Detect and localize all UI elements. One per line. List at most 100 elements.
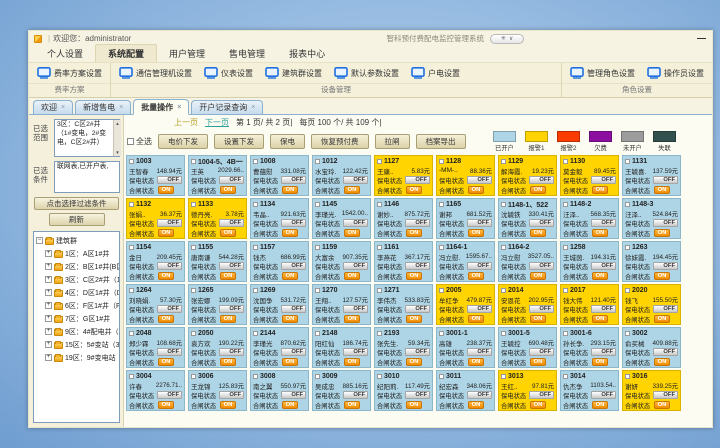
meter-card[interactable]: 1263 徐妹霞. 194.45元 保电状态 OFF 合闸状 — [622, 241, 681, 282]
meter-checkbox[interactable] — [315, 159, 320, 164]
meter-checkbox[interactable] — [253, 374, 258, 379]
switch-on-toggle[interactable]: ON — [158, 401, 174, 409]
switch-on-toggle[interactable]: ON — [654, 358, 670, 366]
ribbon-button[interactable]: 户电设置 — [411, 67, 460, 79]
toolbar-button[interactable]: 电价下发 — [158, 134, 208, 149]
switch-on-toggle[interactable]: ON — [530, 401, 546, 409]
switch-on-toggle[interactable]: ON — [406, 401, 422, 409]
supply-off-toggle[interactable]: OFF — [219, 262, 244, 270]
meter-checkbox[interactable] — [625, 202, 630, 207]
meter-card[interactable]: 1008 曹蕴慰 331.08元 保电状态 OFF 合闸状态 — [250, 155, 309, 196]
supply-off-toggle[interactable]: OFF — [467, 176, 492, 184]
supply-off-toggle[interactable]: OFF — [157, 305, 182, 313]
tree-item[interactable]: + 4区：D区1#井（D区1 — [36, 286, 119, 299]
meter-card[interactable]: 1134 韦晶.. 921.63元 保电状态 OFF 合闸状 — [250, 198, 309, 239]
switch-on-toggle[interactable]: ON — [592, 229, 608, 237]
expand-icon[interactable]: + — [45, 328, 52, 335]
meter-card[interactable]: 1129 解海霞. 19.23元 保电状态 OFF 合闸状态 — [498, 155, 557, 196]
meter-card[interactable]: 2005 牟红争 479.87元 保电状态 OFF 合闸状态 — [436, 284, 495, 325]
toolbar-button[interactable]: 保电 — [270, 134, 305, 149]
switch-on-toggle[interactable]: ON — [406, 186, 422, 194]
switch-on-toggle[interactable]: ON — [158, 186, 174, 194]
select-all[interactable]: 全选 — [127, 136, 152, 147]
meter-checkbox[interactable] — [129, 159, 134, 164]
meter-card[interactable]: 2144 李瑾光 870.62元 保电状态 OFF 合闸状态 — [250, 327, 309, 368]
collapse-icon[interactable]: − — [36, 237, 43, 244]
meter-card[interactable]: 1154 金日 209.45元 保电状态 OFF 合闸状态 — [126, 241, 185, 282]
meter-card[interactable]: 3009 吴成忠 885.16元 保电状态 OFF 合闸状态 — [312, 370, 371, 411]
close-icon[interactable]: × — [177, 104, 181, 111]
switch-on-toggle[interactable]: ON — [406, 315, 422, 323]
meter-card[interactable]: 1146 谢妙.. 875.72元 保电状态 OFF 合闸状 — [374, 198, 433, 239]
meter-card[interactable]: 1271 李伟杰 533.83元 保电状态 OFF 合闸状态 — [374, 284, 433, 325]
meter-checkbox[interactable] — [191, 331, 196, 336]
meter-card[interactable]: 3010 纪阳莉. 117.49元 保电状态 OFF 合闸状 — [374, 370, 433, 411]
meter-card[interactable]: 2048 郑少霖 108.68元 保电状态 OFF 合闸状态 — [126, 327, 185, 368]
supply-off-toggle[interactable]: OFF — [219, 305, 244, 313]
window-style-toggle[interactable]: ✳ ∨ — [490, 34, 524, 44]
meter-checkbox[interactable] — [129, 331, 134, 336]
switch-on-toggle[interactable]: ON — [220, 358, 236, 366]
meter-checkbox[interactable] — [563, 331, 568, 336]
supply-off-toggle[interactable]: OFF — [343, 348, 368, 356]
switch-on-toggle[interactable]: ON — [344, 401, 360, 409]
prev-page-link[interactable]: 上一页 — [174, 117, 198, 128]
expand-icon[interactable]: + — [45, 302, 52, 309]
expand-icon[interactable]: + — [45, 250, 52, 257]
expand-icon[interactable]: + — [45, 315, 52, 322]
tree-item[interactable]: + 15区：5#变站（3#变 — [36, 338, 119, 351]
switch-on-toggle[interactable]: ON — [654, 401, 670, 409]
supply-off-toggle[interactable]: OFF — [591, 305, 616, 313]
meter-card[interactable]: 2148 阳红仙 186.74元 保电状态 OFF 合闸状态 — [312, 327, 371, 368]
meter-checkbox[interactable] — [439, 288, 444, 293]
supply-off-toggle[interactable]: OFF — [405, 305, 430, 313]
supply-off-toggle[interactable]: OFF — [467, 348, 492, 356]
meter-checkbox[interactable] — [501, 288, 506, 293]
meter-checkbox[interactable] — [315, 245, 320, 250]
close-icon[interactable]: × — [61, 104, 65, 111]
meter-card[interactable]: 1265 张宏娜 199.09元 保电状态 OFF 合闸状态 — [188, 284, 247, 325]
meter-card[interactable]: 2193 张先生. 59.34元 保电状态 OFF 合闸状态 — [374, 327, 433, 368]
expand-icon[interactable]: + — [45, 263, 52, 270]
meter-checkbox[interactable] — [377, 331, 382, 336]
tree-item[interactable]: + 6区：F区1#井（F区1# — [36, 299, 119, 312]
supply-off-toggle[interactable]: OFF — [157, 348, 182, 356]
supply-off-toggle[interactable]: OFF — [467, 262, 492, 270]
expand-icon[interactable]: + — [45, 341, 52, 348]
ribbon-button[interactable]: 默认参数设置 — [334, 67, 399, 79]
tree-item[interactable]: + 7区：G区1#井 — [36, 312, 119, 325]
supply-off-toggle[interactable]: OFF — [219, 219, 244, 227]
meter-checkbox[interactable] — [625, 159, 630, 164]
refresh-button[interactable]: 刷新 — [49, 213, 105, 226]
meter-checkbox[interactable] — [439, 331, 444, 336]
meter-card[interactable]: 1145 李瑾光. 1542.00.. 保电状态 OFF 合 — [312, 198, 371, 239]
meter-checkbox[interactable] — [501, 202, 506, 207]
switch-on-toggle[interactable]: ON — [220, 272, 236, 280]
supply-off-toggle[interactable]: OFF — [467, 305, 492, 313]
meter-card[interactable]: 1127 王康.. 5.83元 保电状态 OFF 合闸状态 — [374, 155, 433, 196]
minimize-button[interactable]: — — [697, 33, 706, 43]
switch-on-toggle[interactable]: ON — [344, 229, 360, 237]
meter-checkbox[interactable] — [191, 159, 196, 164]
meter-checkbox[interactable] — [501, 374, 506, 379]
switch-on-toggle[interactable]: ON — [530, 315, 546, 323]
supply-off-toggle[interactable]: OFF — [653, 262, 678, 270]
document-tab[interactable]: 开户记录查询 × — [191, 100, 263, 114]
meter-checkbox[interactable] — [191, 374, 196, 379]
tree-item[interactable]: + 19区：9#变电站（2# — [36, 351, 119, 364]
meter-checkbox[interactable] — [377, 288, 382, 293]
tree-item[interactable]: + 3区：C区2#井（1#变 — [36, 273, 119, 286]
meter-card[interactable]: 1264 刘晓娟. 57.30元 保电状态 OFF 合闸状态 — [126, 284, 185, 325]
switch-on-toggle[interactable]: ON — [468, 229, 484, 237]
supply-off-toggle[interactable]: OFF — [405, 348, 430, 356]
tree-item[interactable]: + 1区：A区1#井 — [36, 247, 119, 260]
switch-on-toggle[interactable]: ON — [406, 358, 422, 366]
supply-off-toggle[interactable]: OFF — [157, 262, 182, 270]
meter-card[interactable]: 2050 袁方欢 190.22元 保电状态 OFF 合闸状态 — [188, 327, 247, 368]
switch-on-toggle[interactable]: ON — [344, 272, 360, 280]
ribbon-button[interactable]: 操作员设置 — [647, 67, 704, 79]
switch-on-toggle[interactable]: ON — [158, 315, 174, 323]
meter-card[interactable]: 1004-5、4B一 王英 2029.66.. 保电状态 OFF — [188, 155, 247, 196]
switch-on-toggle[interactable]: ON — [592, 272, 608, 280]
meter-checkbox[interactable] — [315, 288, 320, 293]
